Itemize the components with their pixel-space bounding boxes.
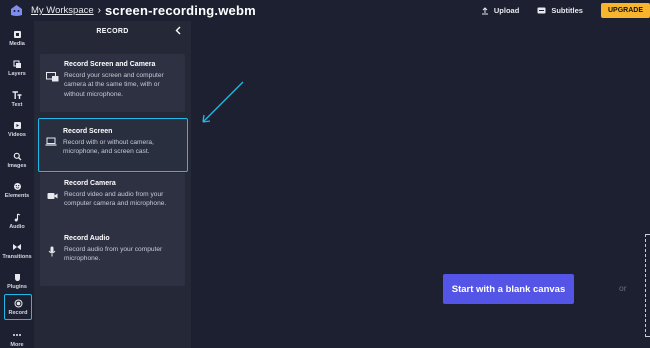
card-description: Record video and audio from your compute… <box>64 191 167 208</box>
rail-label: Videos <box>8 132 26 138</box>
collapse-panel-button[interactable] <box>173 25 183 35</box>
rail-item-record[interactable]: Record <box>4 294 32 320</box>
rail-item-layers[interactable]: Layers <box>0 59 34 77</box>
rail-item-more[interactable]: More <box>0 330 34 348</box>
rail-label: More <box>10 342 24 348</box>
rail-label: Images <box>7 163 27 169</box>
record-option-audio[interactable]: Record Audio Record audio from your comp… <box>40 228 185 286</box>
panel-title: RECORD <box>96 28 129 35</box>
microphone-icon <box>45 245 59 257</box>
card-title: Record Screen <box>63 128 113 135</box>
upgrade-button[interactable]: UPGRADE <box>600 3 650 18</box>
elements-icon <box>13 181 22 191</box>
rail-label: Transitions <box>2 254 32 260</box>
start-blank-canvas-button[interactable]: Start with a blank canvas <box>443 274 574 304</box>
text-icon <box>12 90 22 100</box>
upload-button[interactable]: Upload <box>481 6 519 15</box>
rail-label: Text <box>11 102 23 108</box>
upload-icon <box>481 6 488 14</box>
record-option-camera[interactable]: Record Camera Record video and audio fro… <box>40 173 185 231</box>
plugins-icon <box>13 272 22 282</box>
card-description: Record audio from your computer micropho… <box>64 246 163 263</box>
layers-icon <box>13 59 22 69</box>
upload-label: Upload <box>493 6 520 15</box>
annotation-arrow-icon <box>202 81 244 123</box>
rail-item-videos[interactable]: Videos <box>0 120 34 138</box>
record-option-screen[interactable]: Record Screen Record with or without cam… <box>38 118 188 172</box>
media-icon <box>13 29 22 39</box>
top-bar: My Workspace › screen-recording.webm Upl… <box>0 0 650 21</box>
subtitles-button[interactable]: Subtitles <box>537 6 583 15</box>
videos-icon <box>13 120 22 130</box>
left-rail: Media Layers Text Videos Images Elements… <box>0 21 34 348</box>
or-separator: or <box>619 283 627 293</box>
card-title: Record Screen and Camera <box>64 61 156 68</box>
music-note-icon <box>13 212 21 222</box>
rail-label: Audio <box>9 224 25 230</box>
rail-item-media[interactable]: Media <box>0 29 34 47</box>
card-title: Record Camera <box>64 180 116 187</box>
upload-dropzone-edge[interactable] <box>645 234 650 337</box>
app-logo-icon[interactable] <box>9 4 23 18</box>
rail-label: Record <box>8 310 28 316</box>
more-icon <box>12 330 22 340</box>
rail-label: Plugins <box>7 284 27 290</box>
rail-item-transitions[interactable]: Transitions <box>0 242 34 260</box>
rail-label: Elements <box>4 193 30 199</box>
rail-item-text[interactable]: Text <box>0 90 34 108</box>
workspace-link[interactable]: My Workspace <box>31 5 94 16</box>
card-description: Record with or without camera, microphon… <box>63 139 154 156</box>
camera-icon <box>45 190 59 202</box>
rail-item-audio[interactable]: Audio <box>0 212 34 230</box>
project-file-name[interactable]: screen-recording.webm <box>105 3 256 18</box>
rail-label: Media <box>9 41 25 47</box>
card-description: Record your screen and computer camera a… <box>64 72 164 98</box>
subtitles-label: Subtitles <box>551 6 583 15</box>
screen-camera-icon <box>45 71 59 83</box>
breadcrumb-separator: › <box>97 5 101 16</box>
record-icon <box>14 298 23 308</box>
record-option-screen-and-camera[interactable]: Record Screen and Camera Record your scr… <box>40 54 185 112</box>
subtitles-icon <box>537 7 546 14</box>
chevron-left-icon <box>175 26 181 34</box>
rail-label: Layers <box>8 71 26 77</box>
rail-item-images[interactable]: Images <box>0 151 34 169</box>
laptop-icon <box>44 135 58 147</box>
search-icon <box>13 151 22 161</box>
record-panel: RECORD Record Screen and Camera Record y… <box>34 21 191 348</box>
rail-item-plugins[interactable]: Plugins <box>0 272 34 290</box>
card-title: Record Audio <box>64 235 110 242</box>
editor-canvas[interactable]: Start with a blank canvas or <box>191 21 650 348</box>
rail-item-elements[interactable]: Elements <box>0 181 34 199</box>
transitions-icon <box>12 242 22 252</box>
